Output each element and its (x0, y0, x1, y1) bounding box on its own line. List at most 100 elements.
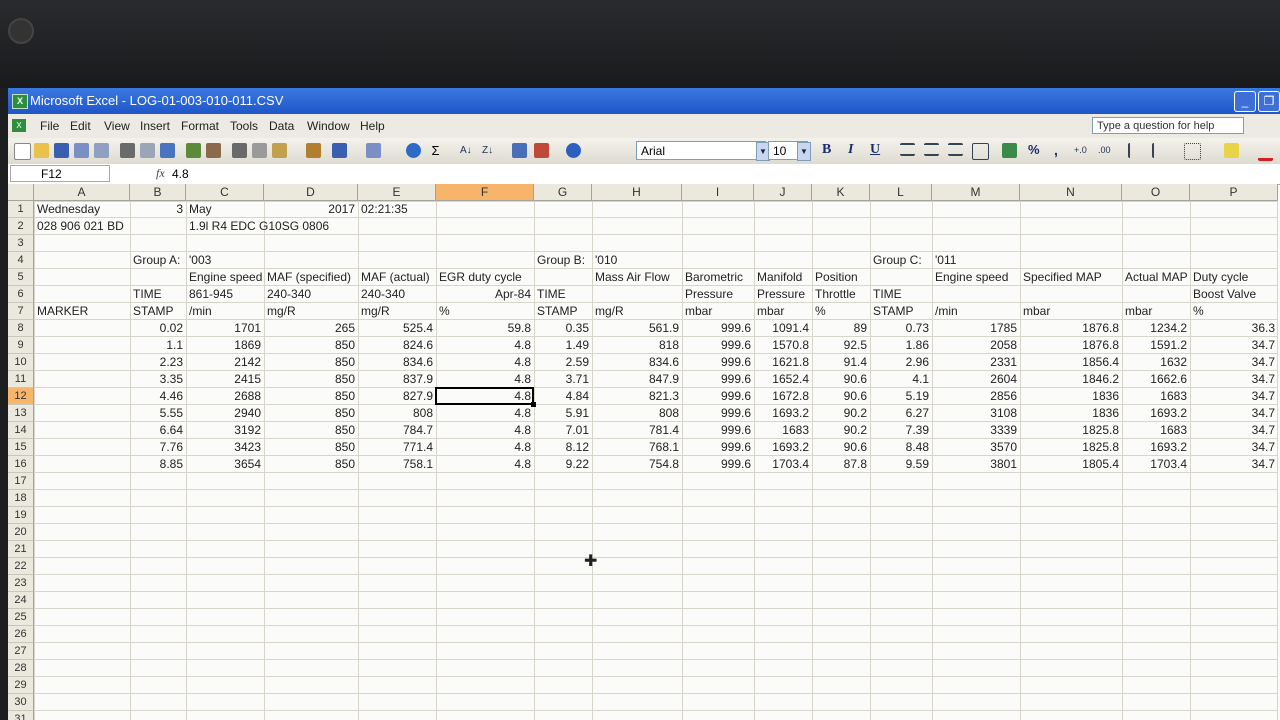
cell-d9[interactable]: 850 (264, 337, 358, 354)
column-header-m[interactable]: M (932, 184, 1020, 201)
sort-ascending-icon[interactable]: A↓ (460, 143, 475, 158)
name-box[interactable]: F12 (10, 165, 110, 182)
cell-n12[interactable]: 1836 (1020, 388, 1122, 405)
cell-f14[interactable]: 4.8 (436, 422, 534, 439)
cell-i11[interactable]: 999.6 (682, 371, 754, 388)
cell-e7[interactable]: mg/R (358, 303, 393, 320)
cell-b16[interactable]: 8.85 (130, 456, 186, 473)
cell-i15[interactable]: 999.6 (682, 439, 754, 456)
cell-h14[interactable]: 781.4 (592, 422, 682, 439)
cell-p15[interactable]: 34.7 (1190, 439, 1278, 456)
align-right-icon[interactable] (948, 143, 963, 156)
menu-help[interactable]: Help (360, 119, 385, 133)
cell-j11[interactable]: 1652.4 (754, 371, 812, 388)
chevron-down-icon[interactable]: ▼ (797, 142, 811, 161)
decrease-decimal-icon[interactable]: .00 (1098, 143, 1113, 158)
cell-n9[interactable]: 1876.8 (1020, 337, 1122, 354)
cell-h11[interactable]: 847.9 (592, 371, 682, 388)
cell-i10[interactable]: 999.6 (682, 354, 754, 371)
help-search-input[interactable]: Type a question for help (1092, 117, 1244, 134)
cell-c12[interactable]: 2688 (186, 388, 264, 405)
cell-e8[interactable]: 525.4 (358, 320, 436, 337)
cell-g11[interactable]: 3.71 (534, 371, 592, 388)
save-icon[interactable] (54, 143, 69, 158)
cell-o9[interactable]: 1591.2 (1122, 337, 1190, 354)
cell-h4[interactable]: '010 (592, 252, 620, 269)
column-header-o[interactable]: O (1122, 184, 1190, 201)
cell-m8[interactable]: 1785 (932, 320, 1020, 337)
cell-b14[interactable]: 6.64 (130, 422, 186, 439)
cell-c16[interactable]: 3654 (186, 456, 264, 473)
cell-m14[interactable]: 3339 (932, 422, 1020, 439)
format-painter-icon[interactable] (306, 143, 321, 158)
cell-i5[interactable]: Barometric (682, 269, 746, 286)
cell-b6[interactable]: TIME (130, 286, 165, 303)
row-header-10[interactable]: 10 (8, 354, 34, 371)
row-header-30[interactable]: 30 (8, 694, 34, 711)
cell-g6[interactable]: TIME (534, 286, 569, 303)
cell-i13[interactable]: 999.6 (682, 405, 754, 422)
cell-b4[interactable]: Group A: (130, 252, 183, 269)
cell-e11[interactable]: 837.9 (358, 371, 436, 388)
cell-h5[interactable]: Mass Air Flow (592, 269, 673, 286)
cell-h12[interactable]: 821.3 (592, 388, 682, 405)
cell-c9[interactable]: 1869 (186, 337, 264, 354)
row-header-7[interactable]: 7 (8, 303, 34, 320)
cell-o7[interactable]: mbar (1122, 303, 1155, 320)
row-header-23[interactable]: 23 (8, 575, 34, 592)
cell-c14[interactable]: 3192 (186, 422, 264, 439)
cell-d5[interactable]: MAF (specified) (264, 269, 354, 286)
column-header-p[interactable]: P (1190, 184, 1278, 201)
column-header-n[interactable]: N (1020, 184, 1122, 201)
sort-descending-icon[interactable]: Z↓ (482, 143, 497, 158)
cell-d1[interactable]: 2017 (264, 201, 358, 218)
paste-icon[interactable] (272, 143, 287, 158)
cell-b13[interactable]: 5.55 (130, 405, 186, 422)
permission-icon[interactable] (74, 143, 89, 158)
cell-c2[interactable]: 1.9l R4 EDC G10SG 0806 (186, 218, 332, 235)
row-header-26[interactable]: 26 (8, 626, 34, 643)
cell-d12[interactable]: 850 (264, 388, 358, 405)
research-icon[interactable] (160, 143, 175, 158)
restore-button[interactable]: ❐ (1258, 91, 1280, 112)
help-icon[interactable] (566, 143, 581, 158)
cell-n13[interactable]: 1836 (1020, 405, 1122, 422)
column-header-c[interactable]: C (186, 184, 264, 201)
column-header-e[interactable]: E (358, 184, 436, 201)
font-color-icon[interactable] (1258, 143, 1273, 161)
cell-i12[interactable]: 999.6 (682, 388, 754, 405)
row-header-24[interactable]: 24 (8, 592, 34, 609)
cell-c1[interactable]: May (186, 201, 215, 218)
row-header-21[interactable]: 21 (8, 541, 34, 558)
cell-area[interactable]: Wednesday 3 May 2017 02:21:35 028 906 021 BD 1… (34, 201, 1278, 720)
cell-h10[interactable]: 834.6 (592, 354, 682, 371)
cell-c11[interactable]: 2415 (186, 371, 264, 388)
cell-l15[interactable]: 8.48 (870, 439, 932, 456)
cell-f9[interactable]: 4.8 (436, 337, 534, 354)
cell-p14[interactable]: 34.7 (1190, 422, 1278, 439)
cell-f7[interactable]: % (436, 303, 453, 320)
cell-e16[interactable]: 758.1 (358, 456, 436, 473)
row-header-13[interactable]: 13 (8, 405, 34, 422)
cell-k13[interactable]: 90.2 (812, 405, 870, 422)
cell-d15[interactable]: 850 (264, 439, 358, 456)
cell-l6[interactable]: TIME (870, 286, 905, 303)
cell-b15[interactable]: 7.76 (130, 439, 186, 456)
cell-h15[interactable]: 768.1 (592, 439, 682, 456)
column-header-l[interactable]: L (870, 184, 932, 201)
column-header-f[interactable]: F (436, 184, 534, 201)
cell-k16[interactable]: 87.8 (812, 456, 870, 473)
cell-f5[interactable]: EGR duty cycle (436, 269, 525, 286)
row-header-12[interactable]: 12 (8, 388, 34, 405)
row-header-11[interactable]: 11 (8, 371, 34, 388)
cell-b10[interactable]: 2.23 (130, 354, 186, 371)
cut-icon[interactable] (232, 143, 247, 158)
cell-l16[interactable]: 9.59 (870, 456, 932, 473)
italic-button[interactable]: I (848, 142, 853, 158)
cell-o13[interactable]: 1693.2 (1122, 405, 1190, 422)
cell-n5[interactable]: Specified MAP (1020, 269, 1105, 286)
cell-k12[interactable]: 90.6 (812, 388, 870, 405)
cell-o15[interactable]: 1693.2 (1122, 439, 1190, 456)
print-preview-icon[interactable] (140, 143, 155, 158)
cell-m4[interactable]: '011 (932, 252, 959, 269)
